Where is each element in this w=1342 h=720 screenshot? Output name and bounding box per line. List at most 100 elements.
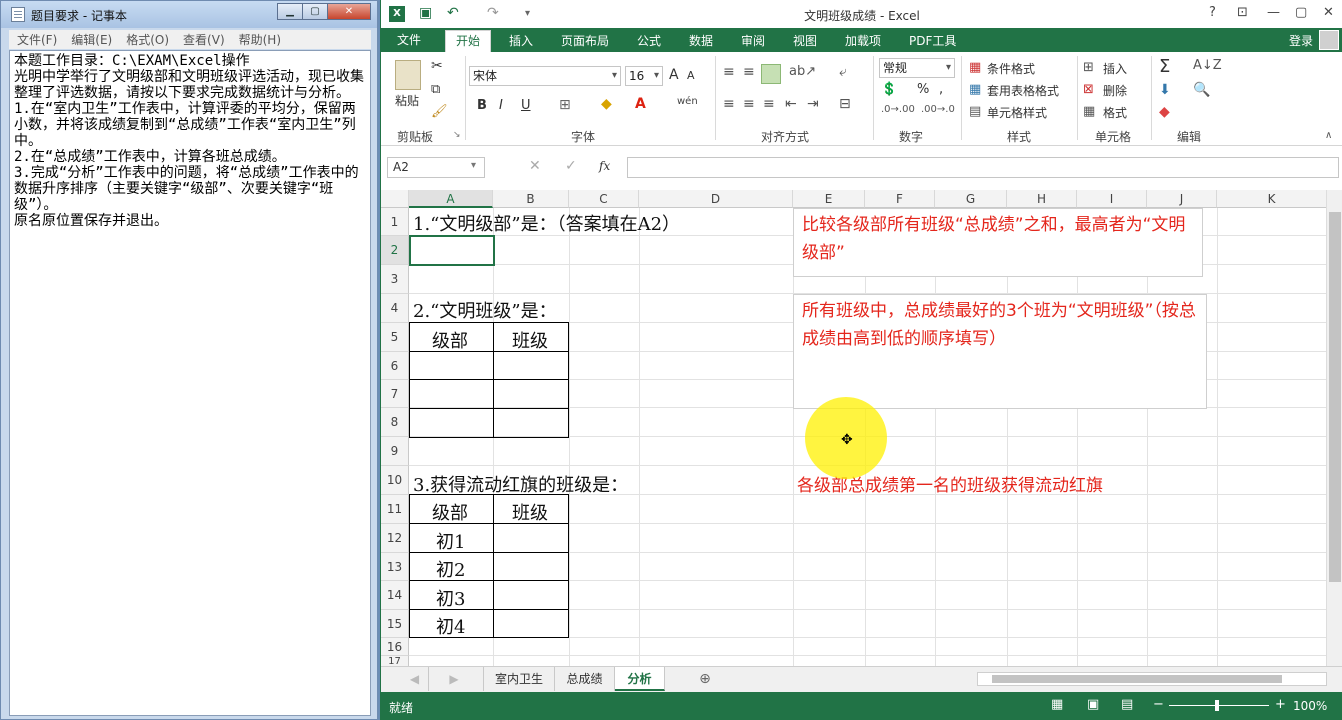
ribbon-display-icon[interactable]: ⊡ [1237, 5, 1248, 20]
borders-icon[interactable]: ⊞ [559, 97, 571, 113]
close-button[interactable]: ✕ [327, 3, 371, 20]
row-header-17[interactable]: 17 [381, 656, 409, 666]
menu-edit[interactable]: 编辑(E) [71, 31, 112, 48]
row-header-15[interactable]: 15 [381, 610, 409, 638]
tab-home[interactable]: 开始 [445, 30, 492, 52]
excel-minimize-button[interactable]: — [1267, 5, 1280, 20]
sort-filter-icon[interactable]: A↓Z [1193, 58, 1222, 73]
worksheet-grid[interactable]: A B C D E F G H I J K 1 2 3 4 5 6 7 8 9 … [381, 190, 1342, 666]
column-header-k[interactable]: K [1217, 190, 1327, 208]
column-header-e[interactable]: E [793, 190, 865, 208]
sheet-tab-analysis[interactable]: 分析 [615, 667, 665, 691]
clipboard-launcher-icon[interactable]: ↘ [453, 130, 461, 140]
row-header-12[interactable]: 12 [381, 524, 409, 553]
column-header-i[interactable]: I [1077, 190, 1147, 208]
menu-help[interactable]: 帮助(H) [239, 31, 281, 48]
row-header-4[interactable]: 4 [381, 294, 409, 323]
align-middle-icon[interactable]: ≡ [743, 64, 755, 80]
help-icon[interactable]: ? [1209, 5, 1216, 20]
format-cells-button[interactable]: 格式 [1103, 104, 1127, 121]
conditional-format-button[interactable]: 条件格式 [987, 60, 1035, 77]
cell-a1-question1[interactable]: 1.“文明级部”是：（答案填在A2） [413, 210, 680, 236]
row-header-11[interactable]: 11 [381, 495, 409, 524]
increase-indent-icon[interactable]: ⇥ [807, 96, 819, 112]
clear-icon[interactable]: ◆ [1159, 104, 1170, 120]
row-header-9[interactable]: 9 [381, 437, 409, 466]
maximize-button[interactable]: ▢ [302, 3, 328, 20]
number-format-combo[interactable]: 常规 [879, 58, 955, 78]
cell-a2-selected[interactable] [409, 235, 495, 266]
zoom-slider-handle[interactable] [1215, 700, 1219, 711]
sheet-tab-hygiene[interactable]: 室内卫生 [483, 667, 555, 691]
horizontal-scrollbar[interactable] [977, 672, 1327, 686]
column-header-f[interactable]: F [865, 190, 935, 208]
formula-input[interactable] [627, 157, 1339, 178]
row-header-16[interactable]: 16 [381, 638, 409, 656]
page-layout-view-icon[interactable]: ▣ [1087, 697, 1099, 712]
menu-view[interactable]: 查看(V) [183, 31, 225, 48]
orientation-icon[interactable]: ab↗ [789, 64, 816, 79]
login-link[interactable]: 登录 [1289, 32, 1313, 49]
decrease-decimal-icon[interactable]: .00→.0 [921, 104, 955, 115]
paste-icon[interactable] [395, 60, 421, 90]
excel-restore-button[interactable]: ▢ [1295, 5, 1307, 20]
font-name-combo[interactable]: 宋体 [469, 66, 621, 86]
align-right-icon[interactable]: ≡ [763, 96, 775, 112]
row-header-6[interactable]: 6 [381, 352, 409, 380]
tab-addins[interactable]: 加载项 [845, 32, 881, 49]
cell-styles-button[interactable]: 单元格样式 [987, 104, 1047, 121]
insert-cells-button[interactable]: 插入 [1103, 60, 1127, 77]
row-header-10[interactable]: 10 [381, 466, 409, 495]
align-center-icon[interactable]: ≡ [743, 96, 755, 112]
row-header-13[interactable]: 13 [381, 553, 409, 581]
menu-format[interactable]: 格式(O) [126, 31, 169, 48]
row-header-14[interactable]: 14 [381, 581, 409, 610]
fill-color-icon[interactable]: ◆ [601, 96, 612, 112]
next-sheet-icon[interactable]: ▶ [429, 667, 479, 691]
tab-view[interactable]: 视图 [793, 32, 817, 49]
row-header-1[interactable]: 1 [381, 208, 409, 236]
fill-icon[interactable]: ⬇ [1159, 82, 1171, 98]
underline-button[interactable]: U [521, 98, 531, 113]
font-size-combo[interactable]: 16 [625, 66, 663, 86]
column-header-j[interactable]: J [1147, 190, 1217, 208]
align-bottom-icon[interactable] [761, 64, 781, 84]
excel-close-button[interactable]: ✕ [1323, 5, 1334, 20]
row-header-2[interactable]: 2 [381, 236, 409, 265]
cancel-entry-icon[interactable]: ✕ [529, 158, 541, 174]
comma-icon[interactable]: , [939, 82, 943, 97]
merge-center-icon[interactable]: ⊟ [839, 96, 851, 112]
add-sheet-icon[interactable]: ⊕ [693, 667, 717, 691]
paste-button[interactable]: 粘贴 [395, 92, 419, 109]
row-header-3[interactable]: 3 [381, 265, 409, 294]
column-header-g[interactable]: G [935, 190, 1007, 208]
column-header-h[interactable]: H [1007, 190, 1077, 208]
cut-icon[interactable]: ✂ [431, 58, 443, 74]
notepad-text-area[interactable]: 本题工作目录：C:\EXAM\Excel操作 光明中学举行了文明级部和文明班级评… [9, 50, 371, 716]
shrink-font-button[interactable]: A [687, 69, 695, 82]
align-top-icon[interactable]: ≡ [723, 64, 735, 80]
increase-decimal-icon[interactable]: .0→.00 [881, 104, 915, 115]
zoom-in-icon[interactable]: + [1275, 697, 1286, 712]
align-left-icon[interactable]: ≡ [723, 96, 735, 112]
find-select-icon[interactable]: 🔍 [1193, 82, 1210, 98]
tab-formulas[interactable]: 公式 [637, 32, 661, 49]
tab-data[interactable]: 数据 [689, 32, 713, 49]
format-painter-icon[interactable]: 🖌 [431, 104, 448, 119]
grow-font-button[interactable]: A [669, 67, 679, 83]
decrease-indent-icon[interactable]: ⇤ [785, 96, 797, 112]
column-header-c[interactable]: C [569, 190, 639, 208]
avatar[interactable] [1319, 30, 1339, 50]
cell-a4-question2[interactable]: 2.“文明班级”是： [413, 297, 557, 323]
vertical-scroll-thumb[interactable] [1329, 212, 1341, 582]
tab-file[interactable]: 文件 [381, 28, 437, 52]
format-as-table-button[interactable]: 套用表格格式 [987, 82, 1059, 99]
sheet-tab-total[interactable]: 总成绩 [555, 667, 615, 691]
page-break-view-icon[interactable]: ▤ [1121, 697, 1133, 712]
row-header-8[interactable]: 8 [381, 408, 409, 437]
vertical-scrollbar[interactable] [1326, 190, 1342, 666]
tab-pdf-tools[interactable]: PDF工具 [909, 32, 956, 49]
insert-function-button[interactable]: fx [599, 159, 610, 173]
column-header-d[interactable]: D [639, 190, 793, 208]
minimize-button[interactable]: ▁ [277, 3, 303, 20]
